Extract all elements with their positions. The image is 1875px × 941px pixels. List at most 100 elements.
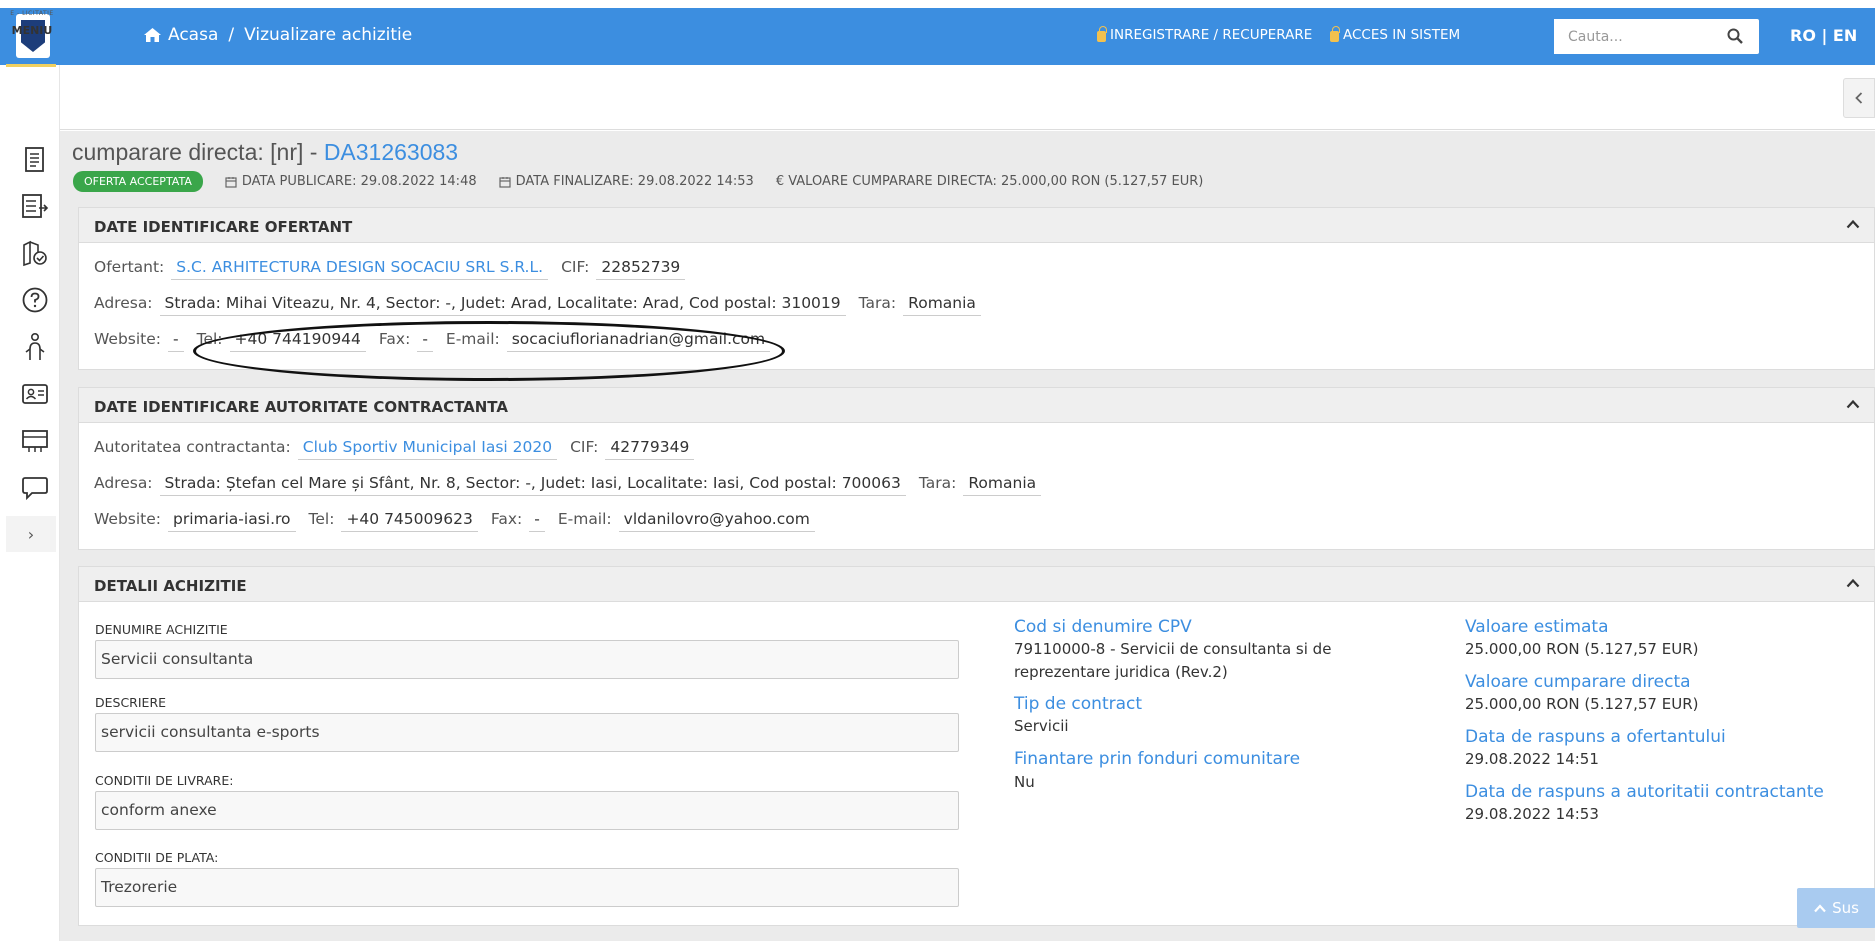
chevron-up-icon[interactable] [1846,399,1860,409]
direct-value-title: Valoare cumparare directa [1465,672,1691,692]
help-question-icon[interactable] [20,285,50,315]
contract-type-value: Servicii [1014,717,1069,735]
authority-address-label: Adresa: [94,474,153,492]
bidder-panel-header[interactable]: DATE IDENTIFICARE OFERTANT [79,208,1874,243]
publish-date-text: DATA PUBLICARE: 29.08.2022 14:48 [241,174,477,189]
authority-tel-value: +40 745009623 [341,510,478,532]
export-list-icon[interactable] [20,191,50,221]
authority-row-2: Adresa: Strada: Ștefan cel Mare și Sfânt… [94,474,1054,496]
finalize-date: DATA FINALIZARE: 29.08.2022 14:53 [499,174,754,189]
id-card-icon[interactable] [20,379,50,409]
collapse-panel-button[interactable] [1843,78,1875,118]
authority-cif-value: 42779349 [605,438,695,460]
authority-email-value: vldanilovro@yahoo.com [618,510,815,532]
page-title: cumparare directa: [nr] - DA31263083 [72,139,458,166]
lock-icon [1097,25,1107,42]
window-top-strip [0,0,1875,8]
authority-reply-title: Data de raspuns a autoritatii contractan… [1465,782,1824,802]
bidder-address-label: Adresa: [94,294,153,312]
title-code: DA31263083 [323,139,459,165]
breadcrumb-home-label: Acasa [168,25,219,45]
authority-fax-value: - [529,510,545,532]
breadcrumb: Acasa / Vizualizare achizitie [143,25,412,45]
search-box [1554,19,1759,54]
authority-website-label: Website: [94,510,162,528]
authority-panel-header[interactable]: DATE IDENTIFICARE AUTORITATE CONTRACTANT… [79,388,1874,423]
bidder-country-value: Romania [903,294,981,316]
authority-row-1: Autoritatea contractanta: Club Sportiv M… [94,438,707,460]
bidder-country-label: Tara: [858,294,897,312]
bidder-name-link[interactable]: S.C. ARHITECTURA DESIGN SOCACIU SRL S.R.… [171,258,549,280]
authority-address-value: Strada: Ștefan cel Mare și Sfânt, Nr. 8,… [159,474,906,496]
user-touch-icon[interactable] [20,332,50,362]
bidder-name-label: Ofertant: [94,258,165,276]
finalize-date-text: DATA FINALIZARE: 29.08.2022 14:53 [515,174,754,189]
login-label: ACCES IN SISTEM [1343,27,1461,43]
cpv-line-1: 79110000-8 - Servicii de consultanta si … [1014,640,1332,658]
authority-row-3: Website: primaria-iasi.ro Tel: +40 74500… [94,510,828,532]
scroll-top-button[interactable]: Sus [1797,888,1875,928]
details-panel-title: DETALII ACHIZITIE [94,577,247,595]
authority-country-value: Romania [963,474,1042,496]
search-input[interactable] [1554,19,1714,54]
breadcrumb-current: Vizualizare achizitie [244,25,413,45]
procurement-meta: OFERTA ACCEPTATA DATA PUBLICARE: 29.08.2… [73,171,1225,192]
document-list-icon[interactable] [20,145,50,175]
home-icon [144,28,161,42]
hand-drawn-ellipse-annotation [193,321,785,381]
sidebar-expand-button[interactable]: › [6,516,56,552]
bidder-panel-title: DATE IDENTIFICARE OFERTANT [94,218,353,236]
publish-date: DATA PUBLICARE: 29.08.2022 14:48 [225,174,477,189]
cpv-value: 79110000-8 - Servicii de consultanta si … [1014,638,1331,684]
bidder-address-value: Strada: Mihai Viteazu, Nr. 4, Sector: -,… [159,294,846,316]
brand-accent-bar [6,64,56,67]
chevron-left-icon [1855,92,1863,104]
delivery-conditions-field: conform anexe [95,791,959,830]
authority-name-link[interactable]: Club Sportiv Municipal Iasi 2020 [297,438,558,460]
bidder-website-value: - [168,330,184,352]
lock-icon [1330,25,1340,42]
language-switch[interactable]: RO | EN [1790,26,1857,45]
authority-country-label: Tara: [918,474,957,492]
bidder-reply-title: Data de raspuns a ofertantului [1465,727,1726,747]
field-label: DESCRIERE [95,695,167,710]
authority-tel-label: Tel: [308,510,335,528]
sidebar-brand: E - LICITATIE MENIU [6,10,58,37]
calendar-icon [499,176,511,188]
details-panel-header[interactable]: DETALII ACHIZITIE [79,567,1874,602]
bidder-cif-label: CIF: [561,258,590,276]
payment-conditions-field: Trezorerie [95,868,959,907]
authority-fax-label: Fax: [490,510,523,528]
status-badge: OFERTA ACCEPTATA [73,171,203,192]
register-label: INREGISTRARE / RECUPERARE [1110,27,1313,43]
description-field: servicii consultanta e-sports [95,713,959,752]
cpv-title: Cod si denumire CPV [1014,617,1192,637]
catalog-icon[interactable] [20,426,50,456]
bidder-website-label: Website: [94,330,162,348]
chevron-up-icon [1814,903,1826,912]
bidder-row-1: Ofertant: S.C. ARHITECTURA DESIGN SOCACI… [94,258,698,280]
chevron-up-icon[interactable] [1846,219,1860,229]
bidder-row-2: Adresa: Strada: Mihai Viteazu, Nr. 4, Se… [94,294,994,316]
authority-email-label: E-mail: [557,510,612,528]
breadcrumb-separator: / [228,25,235,45]
search-icon[interactable] [1727,28,1743,44]
authority-cif-label: CIF: [570,438,599,456]
authority-panel: DATE IDENTIFICARE AUTORITATE CONTRACTANT… [78,387,1875,550]
register-link[interactable]: INREGISTRARE / RECUPERARE [1097,25,1313,43]
menu-label[interactable]: MENIU [6,24,58,37]
field-label: DENUMIRE ACHIZITIE [95,622,228,637]
authority-name-label: Autoritatea contractanta: [94,438,291,456]
estimated-value: 25.000,00 RON (5.127,57 EUR) [1465,640,1699,658]
chat-bubble-icon[interactable] [20,473,50,503]
chevron-up-icon[interactable] [1846,578,1860,588]
certificate-check-icon[interactable] [20,238,50,268]
breadcrumb-home[interactable]: Acasa [143,25,218,45]
authority-panel-title: DATE IDENTIFICARE AUTORITATE CONTRACTANT… [94,398,508,416]
field-label: CONDITII DE LIVRARE: [95,773,234,788]
funding-value: Nu [1014,773,1035,791]
field-label: CONDITII DE PLATA: [95,850,219,865]
login-link[interactable]: ACCES IN SISTEM [1330,25,1461,43]
bidder-reply-date: 29.08.2022 14:51 [1465,750,1599,768]
authority-website-value: primaria-iasi.ro [168,510,296,532]
